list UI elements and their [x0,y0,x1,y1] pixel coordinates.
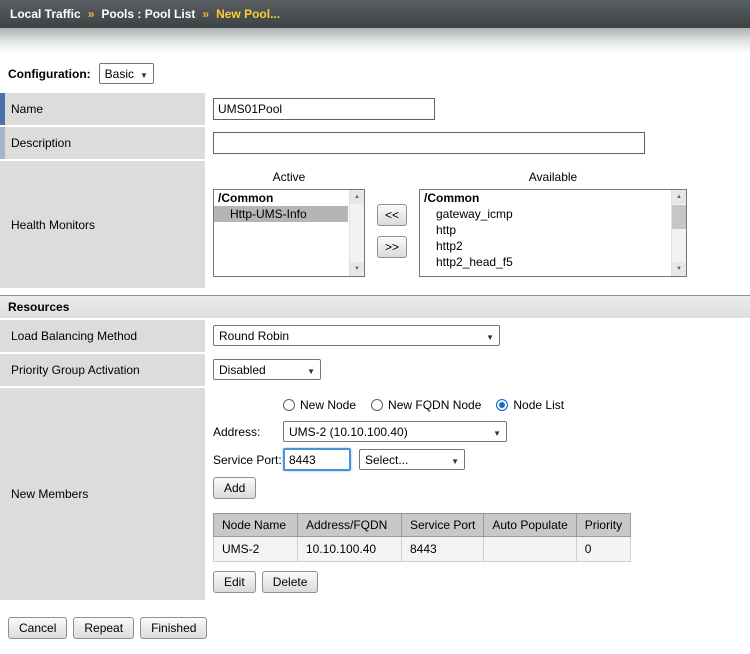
page: Local Traffic » Pools : Pool List » New … [0,0,750,617]
new-members-row: New Members New Node New FQDN Node [0,388,750,600]
name-row: Name [0,93,750,125]
chevron-down-icon [486,330,494,342]
member-row[interactable]: UMS-2 10.10.100.40 8443 0 [214,537,631,562]
active-list-title: Active [213,168,365,189]
description-input[interactable] [213,132,645,154]
breadcrumb-separator-icon: » [202,7,209,21]
edit-button[interactable]: Edit [213,571,256,593]
breadcrumb-separator-icon: » [88,7,95,21]
move-to-active-button[interactable]: << [377,204,407,226]
load-balancing-select-value: Round Robin [219,329,289,343]
radio-new-fqdn-node[interactable]: New FQDN Node [371,398,481,412]
radio-selected-icon [496,399,508,411]
load-balancing-select[interactable]: Round Robin [213,325,500,346]
move-to-available-button[interactable]: >> [377,236,407,258]
radio-node-list[interactable]: Node List [496,398,564,412]
configuration-select-value: Basic [105,67,134,81]
health-monitors-row: Health Monitors Active /Common Http-UMS-… [0,161,750,288]
load-balancing-label: Load Balancing Method [0,320,205,352]
cancel-button[interactable]: Cancel [8,617,67,639]
member-type-radios: New Node New FQDN Node Node List [283,398,742,412]
available-monitor-item[interactable]: http2_head_f5 [420,254,670,270]
form-footer: Cancel Repeat Finished [0,602,750,654]
description-label: Description [0,127,205,159]
breadcrumb: Local Traffic » Pools : Pool List » New … [0,0,750,28]
active-monitor-item[interactable]: Http-UMS-Info [214,206,348,222]
member-service-port: 8443 [402,537,484,562]
active-monitors-listbox[interactable]: /Common Http-UMS-Info [213,189,365,277]
name-input[interactable] [213,98,435,120]
member-address: 10.10.100.40 [298,537,402,562]
service-port-select[interactable]: Select... [359,449,465,470]
radio-new-node[interactable]: New Node [283,398,356,412]
member-priority: 0 [576,537,630,562]
health-monitors-label: Health Monitors [0,161,205,288]
available-monitor-item[interactable]: http [420,222,670,238]
available-monitor-item[interactable]: gateway_icmp [420,206,670,222]
radio-new-node-label: New Node [300,398,356,412]
add-button[interactable]: Add [213,477,256,499]
priority-group-label: Priority Group Activation [0,354,205,386]
finished-button[interactable]: Finished [140,617,207,639]
new-members-label: New Members [0,388,205,600]
col-priority: Priority [576,514,630,537]
resources-section-header: Resources [0,295,750,318]
available-monitors-listbox[interactable]: /Common gateway_icmp http http2 http2_he… [419,189,687,277]
members-table-header-row: Node Name Address/FQDN Service Port Auto… [214,514,631,537]
member-auto-populate [484,537,576,562]
delete-button[interactable]: Delete [262,571,319,593]
available-scrollbar [671,190,686,276]
available-group-label: /Common [420,190,670,206]
address-label: Address: [213,425,283,439]
members-table: Node Name Address/FQDN Service Port Auto… [213,513,631,562]
active-group-label: /Common [214,190,348,206]
service-port-label: Service Port: [213,453,283,467]
member-node-name: UMS-2 [214,537,298,562]
radio-new-fqdn-node-label: New FQDN Node [388,398,481,412]
scrollbar-thumb[interactable] [672,205,686,229]
service-port-input[interactable] [283,448,351,471]
radio-node-list-label: Node List [513,398,564,412]
priority-group-select-value: Disabled [219,363,266,377]
chevron-down-icon [493,426,501,438]
priority-group-row: Priority Group Activation Disabled [0,354,750,386]
col-node-name: Node Name [214,514,298,537]
scroll-up-icon[interactable] [672,190,686,204]
service-port-select-value: Select... [365,453,408,467]
pool-form: Name Description Health Monitors Active … [0,93,750,600]
address-select[interactable]: UMS-2 (10.10.100.40) [283,421,507,442]
col-auto-populate: Auto Populate [484,514,576,537]
chevron-down-icon [307,364,315,376]
name-label: Name [0,93,205,125]
col-service-port: Service Port [402,514,484,537]
scroll-down-icon[interactable] [672,262,686,276]
priority-group-select[interactable]: Disabled [213,359,321,380]
configuration-row: Configuration: Basic [0,54,750,93]
available-list-title: Available [419,168,687,189]
breadcrumb-local-traffic[interactable]: Local Traffic [10,7,81,21]
repeat-button[interactable]: Repeat [73,617,134,639]
load-balancing-row: Load Balancing Method Round Robin [0,320,750,352]
header-gradient [0,28,750,54]
configuration-select[interactable]: Basic [99,63,154,84]
chevron-down-icon [140,68,148,80]
chevron-down-icon [451,454,459,466]
scroll-up-icon[interactable] [350,190,364,204]
col-address-fqdn: Address/FQDN [298,514,402,537]
description-row: Description [0,127,750,159]
radio-unselected-icon [371,399,383,411]
breadcrumb-current-new-pool: New Pool... [216,7,280,21]
active-scrollbar [349,190,364,276]
configuration-label: Configuration: [8,67,91,81]
radio-unselected-icon [283,399,295,411]
address-select-value: UMS-2 (10.10.100.40) [289,425,408,439]
available-monitor-item[interactable]: http2 [420,238,670,254]
breadcrumb-pools-pool-list[interactable]: Pools : Pool List [101,7,195,21]
scroll-down-icon[interactable] [350,262,364,276]
